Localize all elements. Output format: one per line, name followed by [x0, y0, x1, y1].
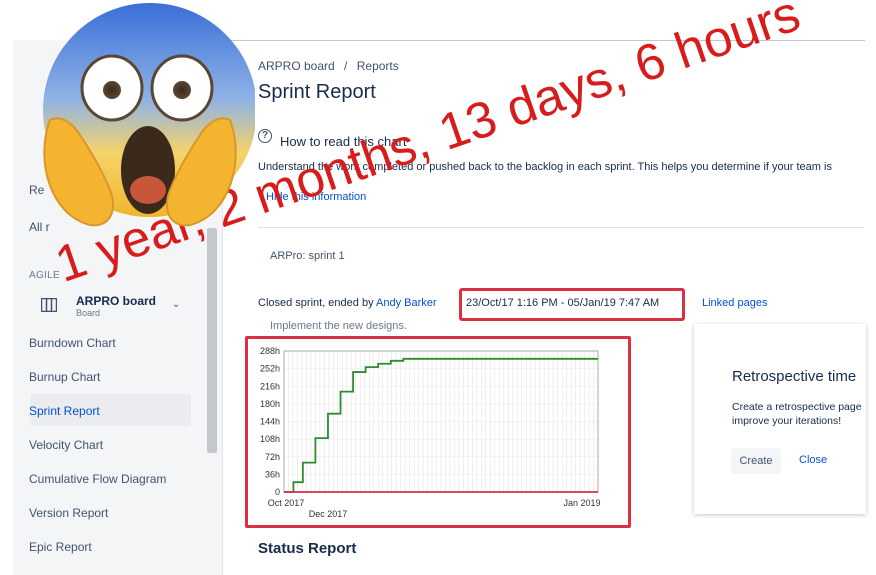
divider	[258, 227, 864, 228]
chart-y-tick-label: 144h	[260, 417, 280, 427]
chart-y-tick-label: 0	[275, 487, 280, 497]
sidebar-item-version-report[interactable]: Version Report	[29, 506, 108, 520]
chevron-down-icon[interactable]: ⌄	[172, 299, 180, 310]
ended-by-link[interactable]: Andy Barker	[376, 297, 437, 309]
retrospective-text: Create a retrospective page improve your…	[732, 400, 876, 428]
breadcrumb-board[interactable]: ARPRO board	[258, 59, 335, 73]
chart-y-tick-label: 180h	[260, 399, 280, 409]
screaming-face-emoji	[43, 3, 255, 227]
board-name[interactable]: ARPRO board	[76, 294, 156, 308]
breadcrumb-separator: /	[344, 59, 348, 73]
chart-x-tick-label: Jan 2019	[563, 498, 600, 508]
sprint-closed-info: Closed sprint, ended by Andy Barker	[258, 297, 437, 309]
board-icon	[41, 298, 57, 312]
question-circle-icon: ?	[258, 129, 272, 143]
chart-y-tick-label: 252h	[260, 364, 280, 374]
linked-pages-link[interactable]: Linked pages	[702, 297, 767, 309]
sidebar-item-burndown[interactable]: Burndown Chart	[29, 336, 116, 350]
chart-x-tick-label: Dec 2017	[309, 509, 348, 519]
retrospective-panel: Retrospective time Create a retrospectiv…	[694, 324, 866, 514]
sidebar-scrollbar[interactable]	[207, 228, 217, 453]
retrospective-text-line: Create a retrospective page	[732, 401, 862, 413]
chart-y-tick-label: 72h	[265, 452, 280, 462]
sprint-goal: Implement the new designs.	[270, 320, 407, 332]
create-button[interactable]: Create	[731, 448, 781, 474]
sidebar-item-velocity[interactable]: Velocity Chart	[29, 438, 103, 452]
breadcrumb: ARPRO board / Reports	[258, 59, 399, 73]
sprint-selector[interactable]: ARPro: sprint 1	[270, 250, 345, 262]
breadcrumb-reports[interactable]: Reports	[357, 59, 399, 73]
chart-y-tick-label: 108h	[260, 434, 280, 444]
sidebar-item-cfd[interactable]: Cumulative Flow Diagram	[29, 472, 166, 486]
closed-prefix: Closed sprint, ended by	[258, 297, 374, 309]
close-button[interactable]: Close	[799, 454, 827, 466]
chart-x-tick-label: Oct 2017	[268, 498, 305, 508]
chart-y-tick-label: 288h	[260, 346, 280, 356]
page-title: Sprint Report	[258, 81, 376, 103]
status-report-heading: Status Report	[258, 540, 357, 557]
sidebar-section-label: AGILE	[29, 270, 60, 281]
retrospective-title: Retrospective time	[732, 368, 857, 385]
board-subtitle: Board	[76, 308, 101, 318]
sidebar-item-epic-report[interactable]: Epic Report	[29, 540, 92, 554]
sidebar-item-sprint-report[interactable]: Sprint Report	[29, 404, 100, 418]
chart-y-tick-label: 216h	[260, 381, 280, 391]
chart-y-tick-label: 36h	[265, 469, 280, 479]
retrospective-text-line: improve your iterations!	[732, 415, 842, 427]
sidebar-item-burnup[interactable]: Burnup Chart	[29, 370, 100, 384]
sprint-dates: 23/Oct/17 1:16 PM - 05/Jan/19 7:47 AM	[466, 297, 660, 309]
burndown-chart[interactable]: 0 36h 72h 108h 144h 180h 216h 252h 288h Oct 2017 D…	[248, 339, 628, 525]
